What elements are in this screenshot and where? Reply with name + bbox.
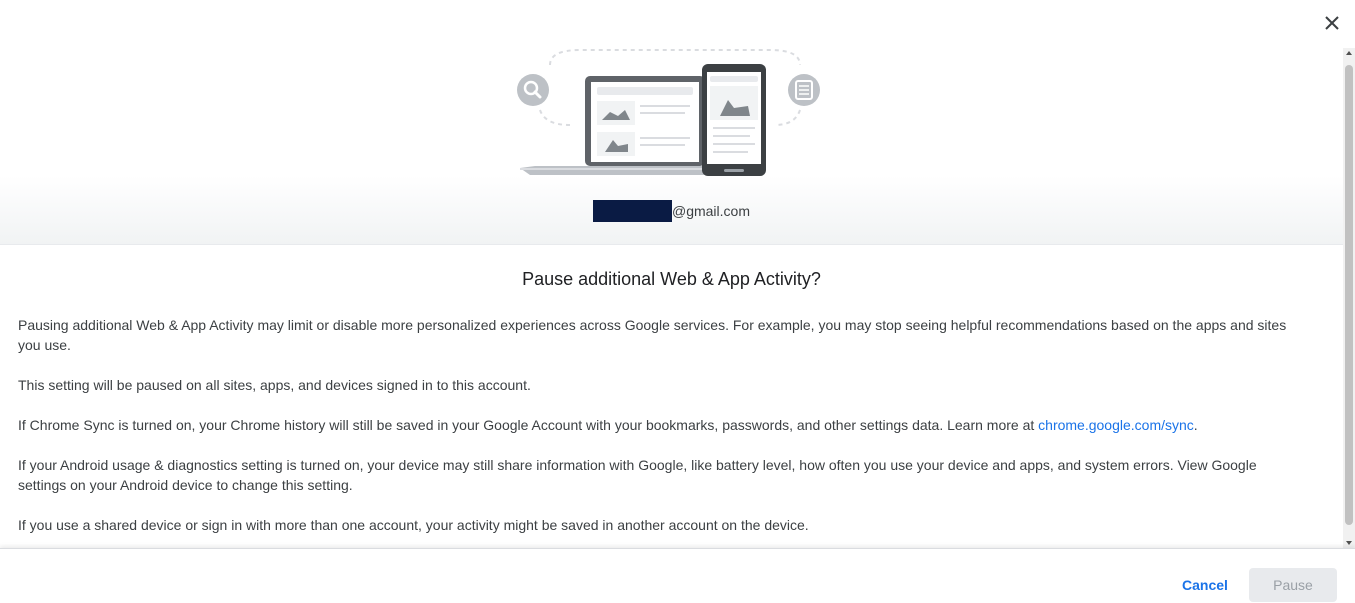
account-email: @gmail.com bbox=[0, 200, 1343, 222]
scroll-down-arrow-icon[interactable] bbox=[1343, 538, 1355, 548]
chrome-sync-link[interactable]: chrome.google.com/sync bbox=[1038, 417, 1194, 433]
dialog-content: Pause additional Web & App Activity? Pau… bbox=[0, 244, 1343, 548]
dialog-body: Pausing additional Web & App Activity ma… bbox=[18, 315, 1303, 548]
pause-button[interactable]: Pause bbox=[1249, 568, 1337, 602]
chrome-sync-period: . bbox=[1193, 417, 1198, 433]
content-scrollbar[interactable] bbox=[1343, 48, 1355, 548]
paragraph-all-devices: This setting will be paused on all sites… bbox=[18, 377, 531, 393]
dialog-footer: Cancel Pause bbox=[0, 548, 1355, 603]
dialog-title: Pause additional Web & App Activity? bbox=[522, 269, 821, 289]
search-bubble-icon bbox=[517, 74, 549, 106]
close-icon bbox=[1325, 16, 1339, 30]
scrollbar-thumb[interactable] bbox=[1345, 65, 1353, 525]
cancel-button[interactable]: Cancel bbox=[1170, 568, 1240, 602]
email-domain: @gmail.com bbox=[671, 203, 750, 219]
paragraph-personalization: Pausing additional Web & App Activity ma… bbox=[18, 317, 1287, 353]
phone-icon bbox=[702, 64, 766, 176]
scroll-up-arrow-icon[interactable] bbox=[1343, 48, 1355, 58]
paragraph-android-diagnostics: If your Android usage & diagnostics sett… bbox=[18, 457, 1257, 493]
devices-illustration bbox=[517, 49, 820, 176]
document-bubble-icon bbox=[788, 74, 820, 106]
redacted-username bbox=[592, 200, 672, 222]
paragraph-shared-device: If you use a shared device or sign in wi… bbox=[18, 517, 809, 533]
chrome-sync-text: If Chrome Sync is turned on, your Chrome… bbox=[18, 417, 1039, 433]
paragraph-chrome-sync: If Chrome Sync is turned on, your Chrome… bbox=[18, 415, 1303, 435]
dialog-header: @gmail.com bbox=[0, 0, 1343, 245]
close-button[interactable] bbox=[1319, 10, 1345, 36]
